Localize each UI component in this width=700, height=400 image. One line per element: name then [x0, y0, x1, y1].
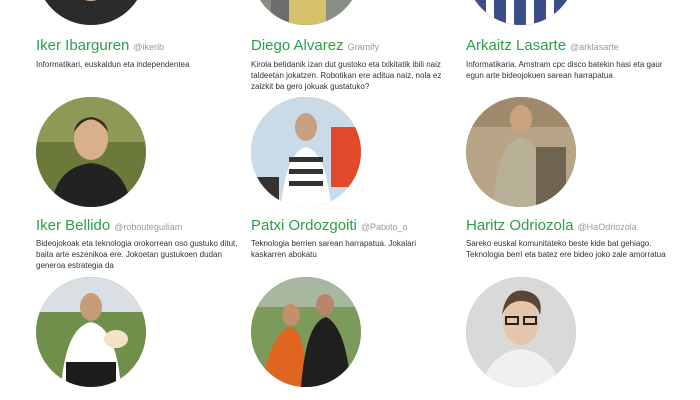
- member-name-line: Arkaitz Lasarte @arklasarte: [466, 37, 619, 55]
- member-name-link[interactable]: Arkaitz Lasarte: [466, 37, 566, 54]
- member-name-line: Diego Alvarez Gramify: [251, 37, 379, 55]
- member-handle-link[interactable]: @ikerib: [133, 42, 164, 52]
- member-name-link[interactable]: Diego Alvarez: [251, 37, 344, 54]
- member-bio: Teknologia berrien sarean harrapatua. Jo…: [251, 239, 416, 259]
- member-bio: Bideojokoak eta teknologia orokorrean os…: [36, 239, 238, 270]
- team-members-grid: Iker Ibarguren @ikerib Informatikari, eus…: [0, 0, 700, 400]
- member-name-line: Patxi Ordozgoiti @Patxito_o: [251, 217, 408, 235]
- member-avatar-photo[interactable]: [251, 97, 361, 207]
- member-name-link[interactable]: Haritz Odriozola: [466, 217, 574, 234]
- member-handle-link[interactable]: @HaOdriozola: [578, 222, 637, 232]
- member-name-line: Haritz Odriozola @HaOdriozola: [466, 217, 637, 235]
- member-name-link[interactable]: Patxi Ordozgoiti: [251, 217, 357, 234]
- member-avatar-photo[interactable]: [251, 0, 361, 25]
- member-avatar-photo[interactable]: [36, 277, 146, 387]
- member-handle-link[interactable]: @robouteguiliam: [114, 222, 182, 232]
- member-avatar-photo[interactable]: [251, 277, 361, 387]
- member-avatar-photo[interactable]: [466, 277, 576, 387]
- member-name-link[interactable]: Iker Ibarguren: [36, 37, 129, 54]
- member-bio: Informatikaria. Amstram cpc disco bateki…: [466, 60, 663, 80]
- member-avatar-photo[interactable]: [466, 0, 576, 25]
- member-name-line: Iker Ibarguren @ikerib: [36, 37, 164, 55]
- member-handle-link[interactable]: @Patxito_o: [361, 222, 408, 232]
- member-handle-link[interactable]: @arklasarte: [570, 42, 619, 52]
- member-bio: Kirola betidanik izan dut gustoko eta tx…: [251, 60, 442, 91]
- member-bio: Informatikari, euskaldun eta independent…: [36, 60, 190, 69]
- member-bio: Sareko euskal komunitateko beste kide ba…: [466, 239, 666, 259]
- member-name-line: Iker Bellido @robouteguiliam: [36, 217, 182, 235]
- member-avatar-photo[interactable]: [466, 97, 576, 207]
- member-name-link[interactable]: Iker Bellido: [36, 217, 110, 234]
- member-avatar-photo[interactable]: [36, 97, 146, 207]
- member-avatar-photo[interactable]: [36, 0, 146, 25]
- member-handle-link[interactable]: Gramify: [348, 42, 380, 52]
